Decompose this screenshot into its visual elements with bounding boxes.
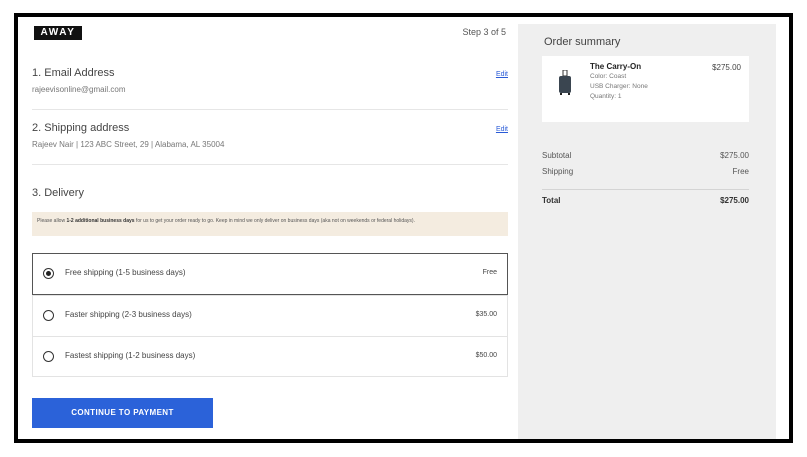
delivery-title: 3. Delivery [32, 187, 84, 199]
top-bar: AWAY Step 3 of 5 [32, 26, 514, 42]
option-price: $50.00 [475, 352, 497, 359]
shipping-row: Shipping Free [542, 167, 749, 176]
shipping-cost-value: Free [732, 167, 749, 176]
checkout-main: AWAY Step 3 of 5 1. Email Address rajeev… [32, 17, 514, 439]
subtotal-row: Subtotal $275.00 [542, 151, 749, 160]
shipping-option-fastest[interactable]: Fastest shipping (1-2 business days) $50… [33, 337, 507, 378]
radio-selected-icon[interactable] [43, 268, 54, 279]
shipping-section: 2. Shipping address Rajeev Nair | 123 AB… [32, 122, 508, 149]
edit-email-link[interactable]: Edit [496, 71, 508, 78]
delivery-notice: Please allow 1-2 additional business day… [32, 212, 508, 236]
option-price: $35.00 [475, 311, 497, 318]
checkout-window: AWAY Step 3 of 5 1. Email Address rajeev… [14, 13, 793, 443]
notice-bold-text: 1-2 additional business days [66, 218, 135, 224]
email-title: 1. Email Address [32, 67, 115, 79]
suitcase-icon [559, 70, 571, 95]
product-card: The Carry-On Color: Coast USB Charger: N… [542, 56, 749, 122]
divider [32, 164, 508, 165]
delivery-section: 3. Delivery [32, 187, 508, 199]
total-value: $275.00 [720, 196, 749, 205]
option-label: Faster shipping (2-3 business days) [65, 310, 192, 319]
radio-unselected-icon[interactable] [43, 351, 54, 362]
product-charger: USB Charger: None [590, 83, 648, 90]
divider [32, 109, 508, 110]
notice-text: Please allow [37, 218, 67, 224]
radio-unselected-icon[interactable] [43, 310, 54, 321]
continue-to-payment-button[interactable]: CONTINUE TO PAYMENT [32, 398, 213, 428]
shipping-label: Shipping [542, 167, 574, 176]
away-logo[interactable]: AWAY [34, 26, 82, 40]
subtotal-label: Subtotal [542, 151, 572, 160]
step-indicator: Step 3 of 5 [462, 27, 506, 37]
shipping-value: Rajeev Nair | 123 ABC Street, 29 | Alaba… [32, 140, 225, 149]
email-section: 1. Email Address rajeevisonline@gmail.co… [32, 67, 508, 94]
product-quantity: Quantity: 1 [590, 93, 622, 100]
product-color: Color: Coast [590, 73, 627, 80]
option-label: Fastest shipping (1-2 business days) [65, 351, 196, 360]
order-summary-title: Order summary [544, 36, 621, 48]
total-label: Total [542, 196, 561, 205]
shipping-title: 2. Shipping address [32, 122, 130, 134]
subtotal-value: $275.00 [720, 151, 749, 160]
radio-dot-icon [46, 271, 51, 276]
notice-text-rest: for us to get your order ready to go. Ke… [134, 218, 415, 224]
total-row: Total $275.00 [542, 196, 749, 205]
product-name: The Carry-On [590, 62, 642, 71]
shipping-options: Free shipping (1-5 business days) Free F… [32, 253, 508, 377]
email-value: rajeevisonline@gmail.com [32, 85, 126, 94]
shipping-option-free[interactable]: Free shipping (1-5 business days) Free [32, 253, 508, 295]
option-label: Free shipping (1-5 business days) [65, 268, 186, 277]
product-price: $275.00 [712, 63, 741, 72]
option-price: Free [482, 269, 497, 276]
summary-divider [542, 189, 749, 190]
order-summary-panel: Order summary The Carry-On Color: Coast … [518, 24, 776, 439]
edit-shipping-link[interactable]: Edit [496, 126, 508, 133]
shipping-option-faster[interactable]: Faster shipping (2-3 business days) $35.… [33, 296, 507, 337]
